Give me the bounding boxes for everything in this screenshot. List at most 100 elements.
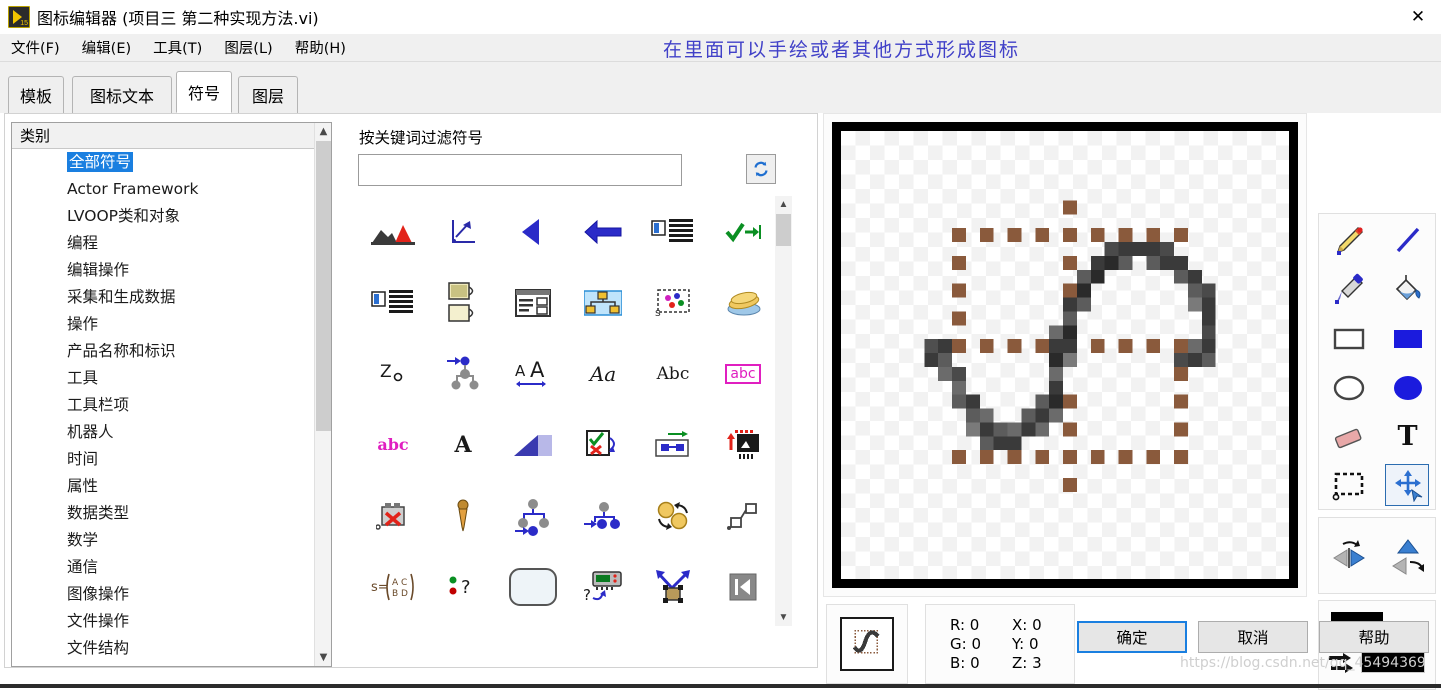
symbol-hierarchy-icon[interactable] [568, 267, 638, 338]
symbol-tree-insert-icon[interactable] [428, 338, 498, 409]
symbol-font-size-icon[interactable]: A A [498, 338, 568, 409]
symbol-pin-icon[interactable] [428, 480, 498, 551]
symbol-two-coins-icon[interactable] [638, 480, 708, 551]
menu-help[interactable]: 帮助(H) [284, 35, 357, 60]
symbol-two-cups-icon[interactable] [428, 267, 498, 338]
scrollbar-thumb[interactable] [316, 141, 331, 431]
symbol-split-node-icon[interactable] [638, 551, 708, 622]
symbol-mountain-graph-icon[interactable] [358, 196, 428, 267]
category-item[interactable]: 时间 [12, 446, 315, 473]
category-item[interactable]: LVOOP类和对象 [12, 203, 315, 230]
flip-vertical-tool[interactable] [1378, 518, 1437, 593]
symbol-z-sub-o-icon[interactable]: Z [358, 338, 428, 409]
symbol-checklist-icon[interactable] [568, 409, 638, 480]
symbol-arrow-left-icon[interactable] [568, 196, 638, 267]
tab-layers[interactable]: 图层 [238, 76, 298, 113]
symbol-two-nodes-icon[interactable] [708, 480, 778, 551]
symbol-blue-wedge-icon[interactable] [498, 409, 568, 480]
symbol-table-form-icon[interactable] [498, 267, 568, 338]
icon-preview[interactable] [826, 604, 908, 684]
symbol-import-sheet-icon[interactable] [708, 409, 778, 480]
cancel-button[interactable]: 取消 [1198, 621, 1308, 653]
symbol-tree-add-icon[interactable] [498, 480, 568, 551]
category-item[interactable]: 数学 [12, 527, 315, 554]
category-item[interactable]: 采集和生成数据 [12, 284, 315, 311]
category-item[interactable]: 产品名称和标识 [12, 338, 315, 365]
text-tool[interactable]: T [1378, 412, 1437, 461]
sine-wave-drawing [924, 200, 1216, 492]
scroll-up-icon[interactable]: ▲ [775, 196, 792, 213]
scroll-down-icon[interactable]: ▼ [315, 649, 331, 666]
symbol-abc-box-icon[interactable]: abc [708, 338, 778, 409]
category-item[interactable]: 操作 [12, 311, 315, 338]
symbol-grid[interactable]: s Z A A Aa Abc abc abc A s= A C B D ? ? [358, 196, 778, 661]
category-item[interactable]: 工具栏项 [12, 392, 315, 419]
flip-horizontal-tool[interactable] [1319, 518, 1378, 593]
symbol-tree-arrow-icon[interactable] [568, 480, 638, 551]
filter-input[interactable] [358, 154, 682, 186]
icon-canvas[interactable] [841, 131, 1289, 579]
fill-bucket-tool[interactable] [1378, 265, 1437, 314]
line-tool[interactable] [1378, 216, 1437, 265]
category-list[interactable]: 全部符号 Actor Framework LVOOP类和对象 编程 编辑操作 采集和生成数… [12, 149, 315, 666]
menu-edit[interactable]: 编辑(E) [71, 35, 142, 60]
symbol-query-device-icon[interactable]: ? [568, 551, 638, 622]
symbol-coins-icon[interactable] [708, 267, 778, 338]
rectangle-outline-tool[interactable] [1319, 314, 1378, 363]
category-item[interactable]: Actor Framework [12, 176, 315, 203]
symbol-scatter-select-icon[interactable]: s [638, 267, 708, 338]
category-scrollbar[interactable]: ▲ ▼ [314, 123, 331, 666]
scroll-down-icon[interactable]: ▼ [775, 609, 792, 626]
symbol-matrix-icon[interactable]: s= A C B D [358, 551, 428, 622]
symbol-check-tab-icon[interactable] [708, 196, 778, 267]
rectangle-filled-tool[interactable] [1378, 314, 1437, 363]
pencil-tool[interactable] [1319, 216, 1378, 265]
move-tool[interactable] [1378, 461, 1437, 510]
symbol-first-frame-icon[interactable] [708, 551, 778, 622]
menu-file[interactable]: 文件(F) [0, 35, 71, 60]
ellipse-filled-tool[interactable] [1378, 363, 1437, 412]
symbol-rounded-rect-icon[interactable] [498, 551, 568, 622]
ellipse-outline-tool[interactable] [1319, 363, 1378, 412]
category-item[interactable]: 文件操作 [12, 608, 315, 635]
category-item-label: 工具 [67, 369, 99, 387]
category-item[interactable]: 工具 [12, 365, 315, 392]
symbol-delete-camera-icon[interactable] [358, 480, 428, 551]
symbol-bold-a-icon[interactable]: A [428, 409, 498, 480]
tab-glyphs[interactable]: 符号 [176, 71, 232, 113]
category-item[interactable]: 文件结构 [12, 635, 315, 662]
category-item[interactable]: 编辑操作 [12, 257, 315, 284]
symbol-grid-scrollbar[interactable]: ▲ ▼ [775, 196, 792, 626]
symbol-doc-lines-icon[interactable] [638, 196, 708, 267]
category-item[interactable]: 全部符号 [12, 149, 315, 176]
ok-button[interactable]: 确定 [1077, 621, 1187, 653]
category-item[interactable]: 图像操作 [12, 581, 315, 608]
symbol-aa-font-icon[interactable]: Aa [568, 338, 638, 409]
category-item[interactable]: 属性 [12, 473, 315, 500]
symbol-dots-question-icon[interactable]: ? [428, 551, 498, 622]
category-item[interactable]: 通信 [12, 554, 315, 581]
tab-templates[interactable]: 模板 [8, 76, 64, 113]
scroll-up-icon[interactable]: ▲ [315, 123, 331, 140]
eyedropper-tool[interactable] [1319, 265, 1378, 314]
symbol-abc-magenta-icon[interactable]: abc [358, 409, 428, 480]
refresh-icon[interactable] [746, 154, 776, 184]
close-icon[interactable]: ✕ [1395, 0, 1441, 34]
symbol-triangle-left-icon[interactable] [498, 196, 568, 267]
symbol-axes-arrow-icon[interactable] [428, 196, 498, 267]
category-item[interactable]: 数据类型 [12, 500, 315, 527]
tab-icon-text[interactable]: 图标文本 [72, 76, 172, 113]
symbol-abc-text-icon[interactable]: Abc [638, 338, 708, 409]
eraser-tool[interactable] [1319, 412, 1378, 461]
symbol-link-node-icon[interactable] [638, 409, 708, 480]
symbol-doc-lines-icon[interactable] [358, 267, 428, 338]
menu-layers[interactable]: 图层(L) [213, 35, 283, 60]
scrollbar-thumb[interactable] [776, 214, 791, 246]
select-tool[interactable] [1319, 461, 1378, 510]
help-button[interactable]: 帮助 [1319, 621, 1429, 653]
category-item-label: 属性 [67, 477, 99, 495]
category-item[interactable]: 机器人 [12, 419, 315, 446]
menu-tools[interactable]: 工具(T) [142, 35, 213, 60]
category-item[interactable]: 编程 [12, 230, 315, 257]
category-item-label: 通信 [67, 558, 99, 576]
